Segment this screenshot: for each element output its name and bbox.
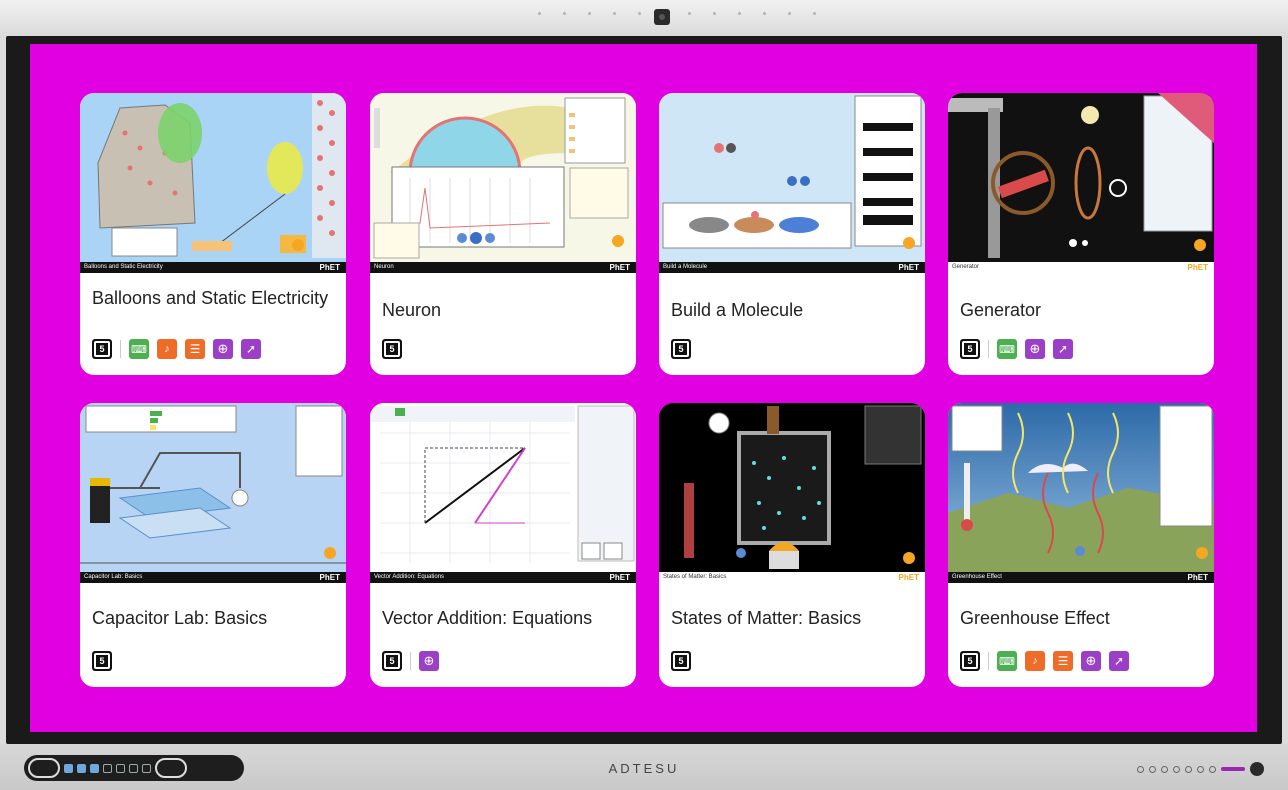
sim-thumbnail[interactable]: Capacitor Lab: Basics PhET xyxy=(80,403,346,583)
phet-logo: PhET xyxy=(1187,263,1208,272)
thumbnail-sim-name: Balloons and Static Electricity xyxy=(84,264,163,270)
sim-thumbnail[interactable]: States of Matter: Basics PhET xyxy=(659,403,925,583)
phet-logo: PhET xyxy=(609,573,630,582)
sim-title[interactable]: Balloons and Static Electricity xyxy=(80,287,346,310)
generator-thumbnail-art xyxy=(948,93,1214,258)
feature-icons: 5 ⌨ ♪ ☰ ⊕ ➚ xyxy=(92,339,261,359)
status-light xyxy=(1221,767,1245,771)
thumbnail-sim-name: Capacitor Lab: Basics xyxy=(84,574,143,580)
thumbnail-navbar: Capacitor Lab: Basics PhET xyxy=(80,572,346,583)
feature-icons: 5 ⌨ ⊕ ➚ xyxy=(960,339,1073,359)
sim-title[interactable]: States of Matter: Basics xyxy=(659,607,925,630)
sim-title[interactable]: Capacitor Lab: Basics xyxy=(80,607,346,630)
camera-icon xyxy=(654,9,670,25)
html5-icon: 5 xyxy=(671,339,691,359)
phet-logo: PhET xyxy=(319,263,340,272)
sim-card-capacitor-lab[interactable]: Capacitor Lab: Basics PhET Capacitor Lab:… xyxy=(80,403,346,687)
html5-icon: 5 xyxy=(960,651,980,671)
mobile-icon: ➚ xyxy=(1109,651,1129,671)
sim-card-generator[interactable]: Generator PhET Generator 5 ⌨ ⊕ ➚ xyxy=(948,93,1214,375)
vector-addition-thumbnail-art xyxy=(370,405,635,563)
front-panel-indicators xyxy=(1137,762,1264,776)
sim-title[interactable]: Vector Addition: Equations xyxy=(370,607,636,630)
mobile-icon: ➚ xyxy=(241,339,261,359)
sim-title[interactable]: Greenhouse Effect xyxy=(948,607,1214,630)
feature-icons: 5 xyxy=(382,339,402,359)
thumbnail-sim-name: Generator xyxy=(952,264,980,270)
sim-thumbnail[interactable]: Generator PhET xyxy=(948,93,1214,273)
sim-card-build-a-molecule[interactable]: Build a Molecule PhET Build a Molecule 5 xyxy=(659,93,925,375)
feature-icons: 5 xyxy=(92,651,112,671)
sim-title[interactable]: Build a Molecule xyxy=(659,299,925,322)
monitor-bottom-bezel: ADTESU xyxy=(0,744,1288,790)
thumbnail-sim-name: States of Matter: Basics xyxy=(663,574,727,580)
thumbnail-sim-name: Build a Molecule xyxy=(663,264,708,270)
thumbnail-navbar: Generator PhET xyxy=(948,262,1214,273)
phet-logo: PhET xyxy=(1187,573,1208,582)
brand-logo: ADTESU xyxy=(608,761,680,776)
sound-icon: ♪ xyxy=(157,339,177,359)
keyboard-icon: ⌨ xyxy=(129,339,149,359)
sim-thumbnail[interactable]: Balloons and Static Electricity PhET xyxy=(80,93,346,273)
html5-icon: 5 xyxy=(382,651,402,671)
description-icon: ☰ xyxy=(1053,651,1073,671)
feature-icons: 5 xyxy=(671,339,691,359)
phet-logo: PhET xyxy=(898,263,919,272)
greenhouse-thumbnail-art xyxy=(948,405,1214,573)
thumbnail-sim-name: Neuron xyxy=(374,264,394,270)
thumbnail-navbar: Neuron PhET xyxy=(370,262,636,273)
feature-icons: 5 ⊕ xyxy=(382,651,439,671)
zoom-icon: ⊕ xyxy=(1025,339,1045,359)
zoom-icon: ⊕ xyxy=(1081,651,1101,671)
feature-icons: 5 ⌨ ♪ ☰ ⊕ ➚ xyxy=(960,651,1129,671)
thumbnail-navbar: Balloons and Static Electricity PhET xyxy=(80,262,346,273)
zoom-icon: ⊕ xyxy=(419,651,439,671)
html5-icon: 5 xyxy=(671,651,691,671)
html5-icon: 5 xyxy=(382,339,402,359)
sim-thumbnail[interactable]: Greenhouse Effect PhET xyxy=(948,403,1214,583)
sound-icon: ♪ xyxy=(1025,651,1045,671)
sim-card-balloons[interactable]: Balloons and Static Electricity PhET Ball… xyxy=(80,93,346,375)
states-of-matter-thumbnail-art xyxy=(684,405,922,569)
phet-logo: PhET xyxy=(319,573,340,582)
mobile-icon: ➚ xyxy=(1053,339,1073,359)
description-icon: ☰ xyxy=(185,339,205,359)
monitor-top-bezel xyxy=(0,0,1288,38)
html5-icon: 5 xyxy=(92,339,112,359)
sim-title[interactable]: Neuron xyxy=(370,299,636,322)
feature-icons: 5 xyxy=(671,651,691,671)
sim-thumbnail[interactable]: Build a Molecule PhET xyxy=(659,93,925,273)
capacitor-thumbnail-art xyxy=(80,405,346,564)
thumbnail-navbar: Greenhouse Effect PhET xyxy=(948,572,1214,583)
thumbnail-navbar: States of Matter: Basics PhET xyxy=(659,572,925,583)
sim-thumbnail[interactable]: Vector Addition: Equations PhET xyxy=(370,403,636,583)
html5-icon: 5 xyxy=(92,651,112,671)
html5-icon: 5 xyxy=(960,339,980,359)
sim-thumbnail[interactable]: Neuron PhET xyxy=(370,93,636,273)
keyboard-icon: ⌨ xyxy=(997,339,1017,359)
thumbnail-sim-name: Vector Addition: Equations xyxy=(374,574,445,580)
keyboard-icon: ⌨ xyxy=(997,651,1017,671)
zoom-icon: ⊕ xyxy=(213,339,233,359)
phet-logo: PhET xyxy=(898,573,919,582)
sim-card-neuron[interactable]: Neuron PhET Neuron 5 xyxy=(370,93,636,375)
sim-card-greenhouse-effect[interactable]: Greenhouse Effect PhET Greenhouse Effect … xyxy=(948,403,1214,687)
sim-card-vector-addition[interactable]: Vector Addition: Equations PhET Vector Ad… xyxy=(370,403,636,687)
neuron-thumbnail-art xyxy=(373,97,629,259)
balloons-thumbnail-art xyxy=(97,93,346,258)
phet-logo: PhET xyxy=(609,263,630,272)
sim-card-states-of-matter[interactable]: States of Matter: Basics PhET States of M… xyxy=(659,403,925,687)
thumbnail-sim-name: Greenhouse Effect xyxy=(952,574,1002,580)
power-button-icon[interactable] xyxy=(1250,762,1264,776)
thumbnail-navbar: Vector Addition: Equations PhET xyxy=(370,572,636,583)
sim-title[interactable]: Generator xyxy=(948,299,1214,322)
thumbnail-navbar: Build a Molecule PhET xyxy=(659,262,925,273)
build-molecule-thumbnail-art xyxy=(662,95,922,249)
